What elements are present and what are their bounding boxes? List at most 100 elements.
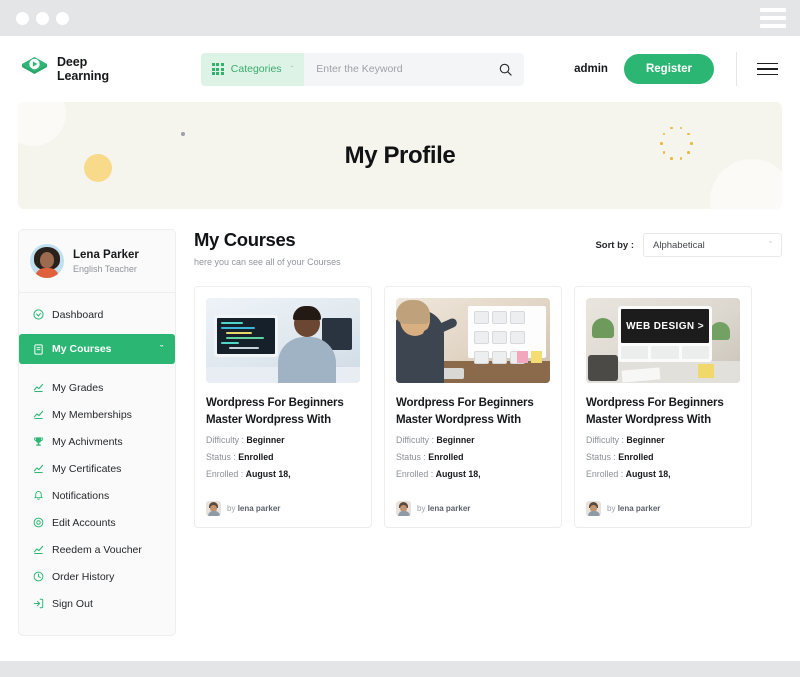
course-card[interactable]: Wordpress For Beginners Master Wordpress …: [194, 286, 372, 529]
sidebar-item-my-memberships[interactable]: My Memberships: [19, 401, 175, 428]
minimize-icon[interactable]: [36, 11, 49, 25]
sort-value: Alphabetical: [653, 239, 705, 251]
decorative-grey-dot: [181, 132, 185, 136]
course-difficulty: Difficulty : Beginner: [586, 435, 740, 445]
course-enrolled: Enrolled : August 18,: [206, 469, 360, 479]
by-label: by: [607, 504, 616, 514]
my-courses-subtitle: here you can see all of your Courses: [194, 257, 341, 267]
course-title-line-1: Wordpress For Beginners: [396, 397, 534, 409]
sidebar-item-label: My Courses: [52, 343, 112, 355]
search-bar: Categories ˇ: [201, 52, 524, 86]
course-thumbnail: [206, 298, 360, 383]
course-card[interactable]: Wordpress For Beginners Master Wordpress …: [384, 286, 562, 529]
chevron-down-icon: ˇ: [769, 240, 772, 250]
window-controls[interactable]: [16, 11, 69, 25]
course-title: Wordpress For Beginners Master Wordpress …: [206, 395, 360, 428]
sidebar-item-label: Notifications: [52, 489, 110, 502]
hamburger-menu-icon[interactable]: [755, 61, 780, 78]
difficulty-value: Beginner: [246, 435, 285, 446]
status-value: Enrolled: [428, 452, 464, 463]
maximize-icon[interactable]: [56, 11, 69, 25]
course-enrolled: Enrolled : August 18,: [586, 469, 740, 479]
main-header: My Courses here you can see all of your …: [194, 229, 782, 267]
course-enrolled: Enrolled : August 18,: [396, 469, 550, 479]
status-value: Enrolled: [618, 452, 654, 463]
course-card[interactable]: WEB DESIGN > Wordpress For Beginners Maste…: [574, 286, 752, 529]
difficulty-value: Beginner: [436, 435, 475, 446]
bell-icon: [32, 490, 44, 502]
by-label: by: [227, 504, 236, 514]
my-courses-title: My Courses: [194, 229, 296, 250]
difficulty-label: Difficulty :: [396, 435, 434, 446]
categories-button[interactable]: Categories ˇ: [201, 52, 305, 86]
course-status: Status : Enrolled: [206, 452, 360, 462]
document-icon: [32, 343, 44, 355]
header-actions: admin Register: [574, 52, 780, 86]
course-thumbnail: WEB DESIGN >: [586, 298, 740, 383]
sidebar-item-notifications[interactable]: Notifications: [19, 482, 175, 509]
author-name: lena parker: [427, 504, 471, 514]
clock-icon: [32, 571, 44, 583]
sidebar-item-my-grades[interactable]: My Grades: [19, 374, 175, 401]
grid-icon: [212, 63, 224, 75]
enrolled-value: August 18,: [625, 469, 671, 480]
search-input[interactable]: [304, 63, 497, 75]
course-title-line-2: Master Wordpress With: [206, 413, 331, 426]
course-author: by lena parker: [586, 493, 740, 527]
author-name: lena parker: [237, 504, 281, 514]
enrolled-value: August 18,: [435, 469, 481, 480]
chart-icon: [32, 463, 44, 475]
course-title-line-1: Wordpress For Beginners: [206, 397, 344, 409]
author-avatar: [206, 501, 221, 517]
course-thumbnail: [396, 298, 550, 383]
course-difficulty: Difficulty : Beginner: [396, 435, 550, 445]
difficulty-value: Beginner: [626, 435, 665, 446]
sidebar-item-sign-out[interactable]: Sign Out: [19, 590, 175, 617]
admin-link[interactable]: admin: [574, 63, 608, 75]
sidebar-item-label: Order History: [52, 570, 115, 583]
course-title-line-2: Master Wordpress With: [586, 413, 711, 426]
chart-icon: [32, 544, 44, 556]
brand-logo-link[interactable]: Deep Learning: [20, 55, 195, 83]
main-panel: My Courses here you can see all of your …: [194, 229, 782, 636]
avatar: [30, 244, 64, 278]
enrolled-value: August 18,: [245, 469, 291, 480]
brand-name: Deep Learning: [57, 55, 109, 83]
content-area: Lena Parker English Teacher Dashboard My …: [0, 209, 800, 636]
sidebar-item-reedem-a-voucher[interactable]: Reedem a Voucher: [19, 536, 175, 563]
close-icon[interactable]: [16, 11, 29, 25]
sort-label: Sort by :: [595, 239, 634, 251]
page: Deep Learning Categories ˇ admin: [0, 36, 800, 661]
sidebar-item-label: My Grades: [52, 381, 104, 394]
page-title: My Profile: [344, 141, 456, 169]
register-button[interactable]: Register: [623, 54, 714, 84]
sort-control: Sort by : Alphabetical ˇ: [595, 229, 782, 257]
chart-icon: [32, 409, 44, 421]
course-title: Wordpress For Beginners Master Wordpress …: [586, 395, 740, 428]
trophy-icon: [32, 436, 44, 448]
sidebar-item-order-history[interactable]: Order History: [19, 563, 175, 590]
by-label: by: [417, 504, 426, 514]
sidebar-item-edit-accounts[interactable]: Edit Accounts: [19, 509, 175, 536]
course-difficulty: Difficulty : Beginner: [206, 435, 360, 445]
enrolled-label: Enrolled :: [206, 469, 244, 480]
course-title: Wordpress For Beginners Master Wordpress …: [396, 395, 550, 428]
sidebar-item-dashboard[interactable]: Dashboard: [19, 301, 175, 328]
profile-name: Lena Parker: [73, 249, 139, 262]
hero-banner: My Profile: [18, 102, 782, 209]
header-divider: [736, 52, 737, 86]
browser-chrome: [0, 0, 800, 36]
sort-select[interactable]: Alphabetical ˇ: [643, 233, 782, 257]
profile-role: English Teacher: [73, 263, 137, 274]
sidebar-item-label: Dashboard: [52, 308, 104, 321]
author-avatar: [396, 501, 411, 517]
enrolled-label: Enrolled :: [396, 469, 434, 480]
sidebar-item-my-achivments[interactable]: My Achivments: [19, 428, 175, 455]
browser-hamburger-icon[interactable]: [760, 8, 786, 28]
sidebar-item-my-certificates[interactable]: My Certificates: [19, 455, 175, 482]
sidebar-item-my-courses[interactable]: My Courses ˇ: [19, 334, 175, 364]
search-icon[interactable]: [497, 63, 524, 76]
sidebar-item-label: My Certificates: [52, 462, 122, 475]
categories-label: Categories: [230, 63, 282, 75]
sidebar-item-label: Edit Accounts: [52, 516, 116, 529]
